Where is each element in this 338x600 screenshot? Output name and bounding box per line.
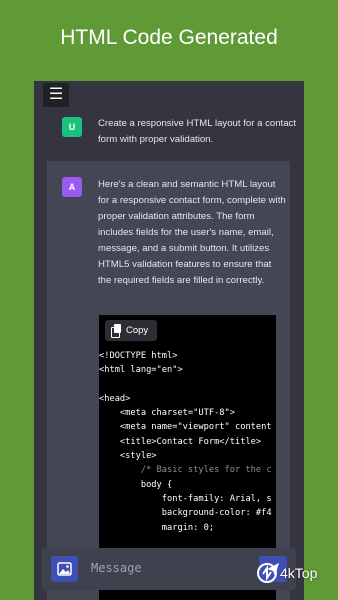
code-line: <html lang="en"> [99, 365, 183, 376]
watermark-text: 4kTop [280, 565, 318, 581]
user-avatar: U [62, 117, 82, 137]
code-line: <!DOCTYPE html> [99, 351, 178, 361]
copy-icon [111, 324, 123, 338]
code-line: <title>Contact Form</title> [99, 436, 262, 447]
watermark: 4kTop [256, 562, 338, 584]
image-icon [57, 562, 72, 576]
code-line: <style> [99, 451, 157, 462]
assistant-avatar: A [62, 177, 82, 197]
code-line: <head> [99, 393, 131, 404]
code-line: <meta name="viewport" content [99, 422, 272, 433]
assistant-message: Here's a clean and semantic HTML layout … [98, 179, 286, 286]
copy-button[interactable]: Copy [105, 320, 157, 341]
code-line: margin: 0; [99, 522, 215, 533]
code-line: <meta charset="UTF-8"> [99, 408, 235, 419]
user-message: Create a responsive HTML layout for a co… [98, 118, 297, 145]
copy-label: Copy [126, 325, 149, 336]
watermark-logo-icon [257, 563, 277, 583]
code-line: /* Basic styles for the c [99, 465, 272, 476]
code-line: body { [99, 479, 173, 490]
code-line: background-color: #f4 [99, 508, 272, 519]
chat-screen: ☰ U Create a responsive HTML layout for … [34, 81, 304, 600]
code-line: font-family: Arial, s [99, 493, 272, 504]
hamburger-menu-icon: ☰ [48, 86, 64, 103]
menu-button[interactable]: ☰ [43, 83, 69, 107]
attach-image-button[interactable] [51, 556, 78, 582]
message-input[interactable]: Message [91, 561, 142, 575]
code-content: <!DOCTYPE html> <html lang="en"> <head> … [99, 349, 272, 535]
page-headline: HTML Code Generated [60, 26, 278, 49]
